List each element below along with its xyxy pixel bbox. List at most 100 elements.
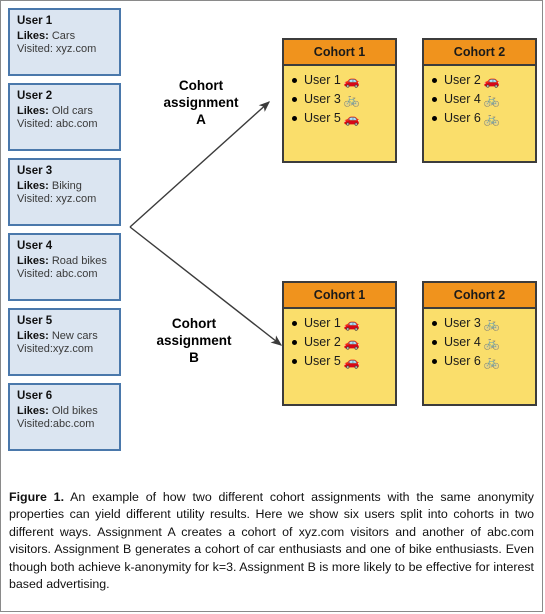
car-icon: 🚗	[343, 111, 361, 126]
user-visited: Visited: abc.com	[17, 268, 98, 280]
list-item: User 1 🚗	[292, 314, 395, 333]
bike-icon: 🚲	[483, 111, 501, 126]
bullet-icon	[292, 97, 297, 102]
car-icon: 🚗	[343, 73, 361, 88]
bike-icon: 🚲	[483, 354, 501, 369]
cohort-box-b1: Cohort 1 User 1 🚗 User 2 🚗 User 5 🚗	[282, 281, 397, 406]
cohort-title: Cohort 2	[424, 283, 535, 309]
user-visited: Visited: xyz.com	[17, 193, 97, 205]
member-name: User 5	[304, 111, 341, 125]
bullet-icon	[432, 321, 437, 326]
likes-label: Likes:	[17, 329, 49, 342]
figure-caption: Figure 1. An example of how two differen…	[9, 489, 534, 593]
bike-icon: 🚲	[483, 92, 501, 107]
bullet-icon	[432, 78, 437, 83]
likes-value: Old cars	[51, 104, 93, 117]
user-likes-row: Likes: Biking	[17, 180, 119, 194]
user-name: User 6	[17, 390, 53, 402]
cohort-box-a2: Cohort 2 User 2 🚗 User 4 🚲 User 6 🚲	[422, 38, 537, 163]
user-name: User 3	[17, 165, 53, 177]
bike-icon: 🚲	[483, 335, 501, 350]
car-icon: 🚗	[483, 73, 501, 88]
member-name: User 4	[444, 335, 481, 349]
list-item: User 6 🚲	[432, 109, 535, 128]
user-visited: Visited:xyz.com	[17, 343, 94, 355]
likes-label: Likes:	[17, 254, 49, 267]
cohort-title: Cohort 1	[284, 40, 395, 66]
cohort-title: Cohort 2	[424, 40, 535, 66]
list-item: User 6 🚲	[432, 352, 535, 371]
list-item: User 1 🚗	[292, 71, 395, 90]
list-item: User 3 🚲	[432, 314, 535, 333]
member-name: User 1	[304, 73, 341, 87]
bullet-icon	[432, 359, 437, 364]
cohort-member-list: User 1 🚗 User 2 🚗 User 5 🚗	[284, 309, 395, 371]
assignment-b-label: Cohort assignment B	[156, 316, 232, 365]
list-item: User 4 🚲	[432, 333, 535, 352]
bullet-icon	[292, 78, 297, 83]
member-name: User 2	[304, 335, 341, 349]
likes-label: Likes:	[17, 404, 49, 417]
cohort-box-a1: Cohort 1 User 1 🚗 User 3 🚲 User 5 🚗	[282, 38, 397, 163]
bullet-icon	[432, 97, 437, 102]
figure-panel: User 1 Likes: Cars Visited: xyz.com User…	[0, 0, 543, 612]
bike-icon: 🚲	[343, 92, 361, 107]
member-name: User 1	[304, 316, 341, 330]
user-card-2: User 2 Likes: Old cars Visited: abc.com	[8, 83, 121, 151]
cohort-member-list: User 3 🚲 User 4 🚲 User 6 🚲	[424, 309, 535, 371]
list-item: User 5 🚗	[292, 352, 395, 371]
user-name: User 1	[17, 15, 53, 27]
user-visited: Visited: xyz.com	[17, 43, 97, 55]
user-likes-row: Likes: Old cars	[17, 105, 119, 119]
bike-icon: 🚲	[483, 316, 501, 331]
user-card-5: User 5 Likes: New cars Visited:xyz.com	[8, 308, 121, 376]
cohort-box-b2: Cohort 2 User 3 🚲 User 4 🚲 User 6 🚲	[422, 281, 537, 406]
list-item: User 4 🚲	[432, 90, 535, 109]
user-likes-row: Likes: New cars	[17, 330, 119, 344]
list-item: User 3 🚲	[292, 90, 395, 109]
figure-number: Figure 1.	[9, 490, 65, 504]
car-icon: 🚗	[343, 354, 361, 369]
likes-value: New cars	[51, 329, 98, 342]
list-item: User 2 🚗	[292, 333, 395, 352]
list-item: User 2 🚗	[432, 71, 535, 90]
likes-value: Road bikes	[51, 254, 107, 267]
member-name: User 4	[444, 92, 481, 106]
user-card-4: User 4 Likes: Road bikes Visited: abc.co…	[8, 233, 121, 301]
car-icon: 🚗	[343, 316, 361, 331]
bullet-icon	[292, 340, 297, 345]
user-name: User 2	[17, 90, 53, 102]
user-likes-row: Likes: Cars	[17, 30, 119, 44]
likes-value: Old bikes	[51, 404, 98, 417]
bullet-icon	[292, 116, 297, 121]
likes-label: Likes:	[17, 29, 49, 42]
likes-value: Cars	[51, 29, 76, 42]
likes-label: Likes:	[17, 104, 49, 117]
user-visited: Visited:abc.com	[17, 418, 95, 430]
list-item: User 5 🚗	[292, 109, 395, 128]
user-card-3: User 3 Likes: Biking Visited: xyz.com	[8, 158, 121, 226]
assignment-a-label: Cohort assignment A	[163, 78, 239, 127]
member-name: User 3	[444, 316, 481, 330]
cohort-member-list: User 2 🚗 User 4 🚲 User 6 🚲	[424, 66, 535, 128]
user-name: User 5	[17, 315, 53, 327]
likes-label: Likes:	[17, 179, 49, 192]
caption-text: An example of how two different cohort a…	[9, 490, 534, 592]
user-visited: Visited: abc.com	[17, 118, 98, 130]
member-name: User 5	[304, 354, 341, 368]
member-name: User 3	[304, 92, 341, 106]
car-icon: 🚗	[343, 335, 361, 350]
user-card-1: User 1 Likes: Cars Visited: xyz.com	[8, 8, 121, 76]
cohort-member-list: User 1 🚗 User 3 🚲 User 5 🚗	[284, 66, 395, 128]
cohort-title: Cohort 1	[284, 283, 395, 309]
user-likes-row: Likes: Old bikes	[17, 405, 119, 419]
bullet-icon	[432, 340, 437, 345]
member-name: User 6	[444, 354, 481, 368]
user-card-6: User 6 Likes: Old bikes Visited:abc.com	[8, 383, 121, 451]
likes-value: Biking	[51, 179, 82, 192]
member-name: User 6	[444, 111, 481, 125]
member-name: User 2	[444, 73, 481, 87]
user-name: User 4	[17, 240, 53, 252]
bullet-icon	[292, 359, 297, 364]
bullet-icon	[292, 321, 297, 326]
